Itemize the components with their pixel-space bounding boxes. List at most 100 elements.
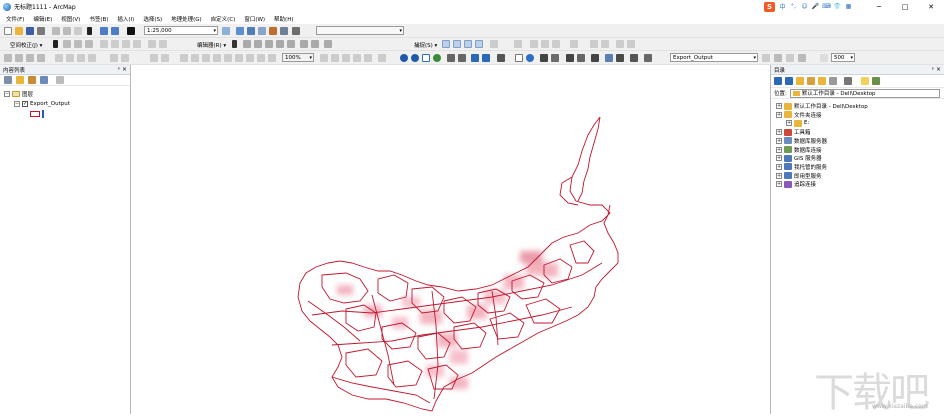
catalog-item[interactable]: +GIS 服务器 — [776, 154, 822, 162]
select-elements-icon[interactable] — [515, 54, 523, 62]
back-icon[interactable] — [774, 77, 782, 85]
swipe-icon[interactable] — [644, 54, 652, 62]
menu-help[interactable]: 帮助(H) — [274, 15, 293, 23]
adjust-copy-icon[interactable] — [122, 40, 130, 48]
expand-icon[interactable]: + — [776, 164, 782, 170]
catalog-item[interactable]: +我托管的服务 — [776, 163, 827, 171]
layout-extra2-icon[interactable] — [378, 54, 386, 62]
catalog-item[interactable]: +数据库连接 — [776, 146, 822, 154]
blank-dropdown[interactable]: ▾ — [316, 26, 404, 35]
menu-insert[interactable]: 插入(I) — [117, 15, 134, 23]
delete-icon[interactable] — [87, 27, 92, 35]
geo-tool-3-icon[interactable] — [180, 54, 188, 62]
end-snap-icon[interactable] — [453, 40, 461, 48]
size-input[interactable]: 500▾ — [831, 53, 855, 62]
view-menu-icon[interactable] — [844, 77, 852, 85]
catalog-item[interactable]: +E: — [786, 119, 809, 127]
georef-link-icon[interactable] — [541, 40, 549, 48]
advanced-edit-icon[interactable] — [570, 40, 578, 48]
adjust-table-icon[interactable] — [100, 40, 108, 48]
print-icon[interactable] — [37, 27, 45, 35]
layout-focus-icon[interactable] — [331, 54, 339, 62]
catalog-window-icon[interactable] — [247, 27, 255, 35]
map-view[interactable] — [132, 65, 769, 414]
expand-icon[interactable]: + — [786, 120, 792, 126]
search-window-icon[interactable] — [258, 27, 266, 35]
identify-icon[interactable] — [526, 54, 534, 62]
menu-windows[interactable]: 窗口(W) — [244, 15, 265, 23]
options-icon[interactable] — [56, 76, 64, 84]
pin-icon[interactable]: ᵖ — [118, 67, 120, 73]
layer-visibility-checkbox[interactable]: ✓ — [22, 101, 28, 107]
menu-customize[interactable]: 自定义(C) — [211, 15, 236, 23]
geo-tool-1-icon[interactable] — [150, 54, 158, 62]
reshape-icon[interactable] — [254, 40, 262, 48]
snap-options-icon[interactable] — [490, 40, 498, 48]
geo-tool-11-icon[interactable] — [268, 54, 276, 62]
location-input[interactable]: 默认工作目录 - Dell\Desktop — [790, 89, 940, 98]
ime-mode-icon[interactable]: 中 — [779, 3, 786, 10]
find-icon[interactable] — [577, 54, 585, 62]
list-by-drawing-order-icon[interactable] — [4, 76, 12, 84]
home-icon[interactable] — [807, 77, 815, 85]
edit-vertices-icon[interactable] — [243, 40, 251, 48]
fixed-zoom-in-icon[interactable] — [447, 54, 455, 62]
save-icon[interactable] — [26, 27, 34, 35]
scale-dropdown[interactable]: 1:25,000▾ — [144, 26, 218, 35]
map-canvas[interactable] — [132, 65, 769, 414]
layer-tool3-icon[interactable] — [786, 54, 794, 62]
zoom-out-icon[interactable] — [411, 54, 419, 62]
measure-icon[interactable] — [566, 54, 574, 62]
cut-polygon-icon[interactable] — [265, 40, 273, 48]
expand-icon[interactable]: + — [776, 112, 782, 118]
pan-icon[interactable] — [422, 54, 430, 62]
adjust-tool-icon[interactable] — [148, 40, 156, 48]
list-by-source-icon[interactable] — [16, 76, 24, 84]
undo-icon[interactable] — [100, 27, 108, 35]
geo-tool-10-icon[interactable] — [257, 54, 265, 62]
adjust-link-icon[interactable] — [63, 40, 71, 48]
full-extent-icon[interactable] — [433, 54, 441, 62]
catalog-item[interactable]: +即用型服务 — [776, 172, 822, 180]
list-by-visibility-icon[interactable] — [28, 76, 36, 84]
spatial-adjustment-menu[interactable]: 空间校正(J) ▾ — [10, 41, 42, 49]
attributes-icon[interactable] — [300, 40, 308, 48]
minimize-button[interactable]: ─ — [866, 0, 892, 13]
paste-icon[interactable] — [74, 27, 82, 35]
catalog-item[interactable]: +数据库服务器 — [776, 137, 827, 145]
expand-icon[interactable]: + — [776, 103, 782, 109]
fillet-icon[interactable] — [601, 40, 609, 48]
layout-extra-icon[interactable] — [364, 54, 372, 62]
layout-change-icon[interactable] — [342, 54, 350, 62]
editor-toolbar-icon[interactable] — [222, 27, 230, 35]
georef-auto-icon[interactable] — [37, 54, 45, 62]
rotate-icon[interactable] — [287, 40, 295, 48]
create-features-icon[interactable] — [324, 40, 332, 48]
connect-folder-icon[interactable] — [818, 77, 826, 85]
georef-icon[interactable] — [530, 40, 538, 48]
layout-fixed-zoom-in-icon[interactable] — [110, 54, 118, 62]
zoom-percent-dropdown[interactable]: 100%▾ — [282, 53, 314, 62]
sogou-ime-icon[interactable]: S — [764, 2, 775, 12]
expand-icon[interactable]: + — [776, 129, 782, 135]
layer-tool2-icon[interactable] — [774, 54, 782, 62]
split-icon[interactable] — [276, 40, 284, 48]
html-popup-icon[interactable] — [551, 54, 559, 62]
redo-icon[interactable] — [111, 27, 119, 35]
add-data-icon[interactable] — [127, 27, 135, 35]
editor-menu[interactable]: 编辑器(R) ▾ — [197, 41, 226, 49]
toc-window-icon[interactable] — [236, 27, 244, 35]
layout-toggle-icon[interactable] — [320, 54, 328, 62]
adjust-list-icon[interactable] — [133, 40, 141, 48]
point-snap-icon[interactable] — [442, 40, 450, 48]
ime-mic-icon[interactable]: 🎤 — [812, 3, 819, 10]
ime-emoji-icon[interactable]: ☺ — [801, 3, 808, 10]
layer-tool-icon[interactable] — [762, 54, 770, 62]
catalog-item[interactable]: +追踪连接 — [776, 180, 816, 188]
geo-tool-4-icon[interactable] — [191, 54, 199, 62]
zoom-in-icon[interactable] — [400, 54, 408, 62]
georef-shift-icon[interactable] — [15, 54, 23, 62]
expand-icon[interactable]: + — [776, 147, 782, 153]
disconnect-icon[interactable] — [829, 77, 837, 85]
adjust-multi-icon[interactable] — [74, 40, 82, 48]
